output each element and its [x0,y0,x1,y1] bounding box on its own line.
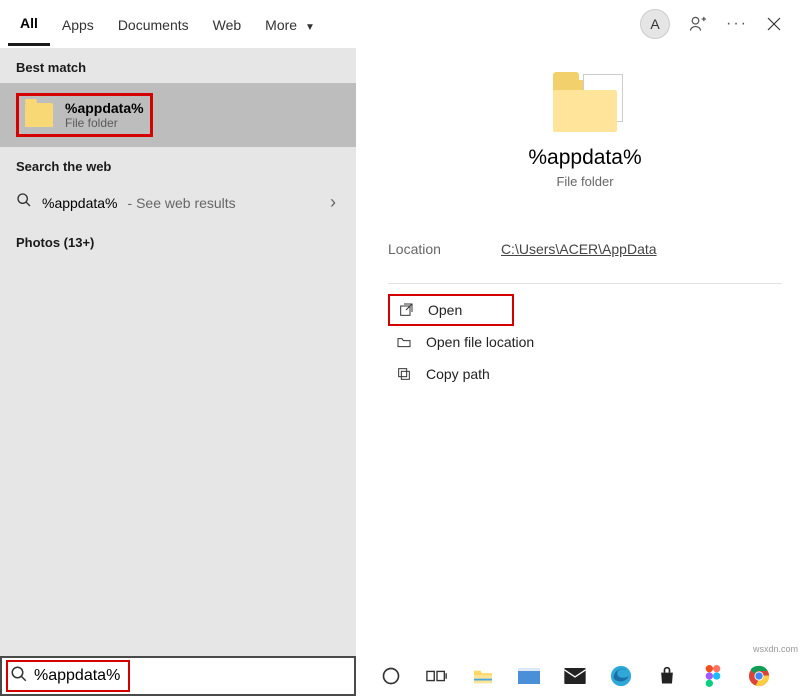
user-avatar[interactable]: A [640,9,670,39]
action-open-location[interactable]: Open file location [388,326,782,358]
result-subtitle: File folder [65,116,144,130]
section-photos[interactable]: Photos (13+) [0,223,356,258]
task-view-icon[interactable] [424,663,450,689]
bottom-bar [0,656,800,696]
folder-large-icon [553,80,617,132]
search-icon [16,192,32,213]
chrome-icon[interactable] [746,663,772,689]
location-label: Location [388,241,441,257]
web-result[interactable]: %appdata% - See web results › [0,182,356,223]
search-scope-tabs: All Apps Documents Web More ▼ A ··· [0,0,800,48]
web-hint: - See web results [128,195,236,211]
chevron-right-icon: › [330,192,340,213]
chevron-down-icon: ▼ [305,22,315,33]
search-icon [10,665,28,688]
tab-apps[interactable]: Apps [50,4,106,45]
location-path[interactable]: C:\Users\ACER\AppData [501,241,657,257]
app-blue-icon[interactable] [516,663,542,689]
search-box[interactable] [0,656,356,696]
action-open-label: Open [428,302,462,318]
folder-open-icon [396,334,412,350]
open-icon [398,302,414,318]
feedback-icon[interactable] [688,14,708,34]
action-copy-path[interactable]: Copy path [388,358,782,390]
folder-icon [25,103,53,127]
cortana-icon[interactable] [378,663,404,689]
mail-icon[interactable] [562,663,588,689]
action-copy-path-label: Copy path [426,366,490,382]
close-icon[interactable] [766,16,782,32]
detail-subtitle: File folder [388,174,782,189]
action-open-location-label: Open file location [426,334,534,350]
tab-documents[interactable]: Documents [106,4,201,45]
store-icon[interactable] [654,663,680,689]
action-list: Open Open file location Copy path [388,283,782,390]
tab-more[interactable]: More ▼ [253,4,327,45]
web-query: %appdata% [42,195,118,211]
detail-title: %appdata% [388,146,782,170]
location-row: Location C:\Users\ACER\AppData [388,233,782,283]
result-best-match[interactable]: %appdata% File folder [0,83,356,147]
edge-icon[interactable] [608,663,634,689]
search-input[interactable] [34,667,346,685]
action-open[interactable]: Open [388,294,514,326]
section-best-match: Best match [0,48,356,83]
taskbar [356,656,800,696]
file-explorer-icon[interactable] [470,663,496,689]
section-search-web: Search the web [0,147,356,182]
watermark: wsxdn.com [753,644,798,654]
tab-more-label: More [265,17,297,33]
results-panel: Best match %appdata% File folder Search … [0,48,356,656]
result-title: %appdata% [65,100,144,116]
top-actions: A ··· [640,9,792,39]
tab-web[interactable]: Web [201,4,254,45]
result-text: %appdata% File folder [65,100,144,130]
figma-icon[interactable] [700,663,726,689]
tab-all[interactable]: All [8,2,50,46]
detail-panel: %appdata% File folder Location C:\Users\… [356,48,800,656]
copy-icon [396,366,412,382]
more-options-icon[interactable]: ··· [726,15,748,33]
